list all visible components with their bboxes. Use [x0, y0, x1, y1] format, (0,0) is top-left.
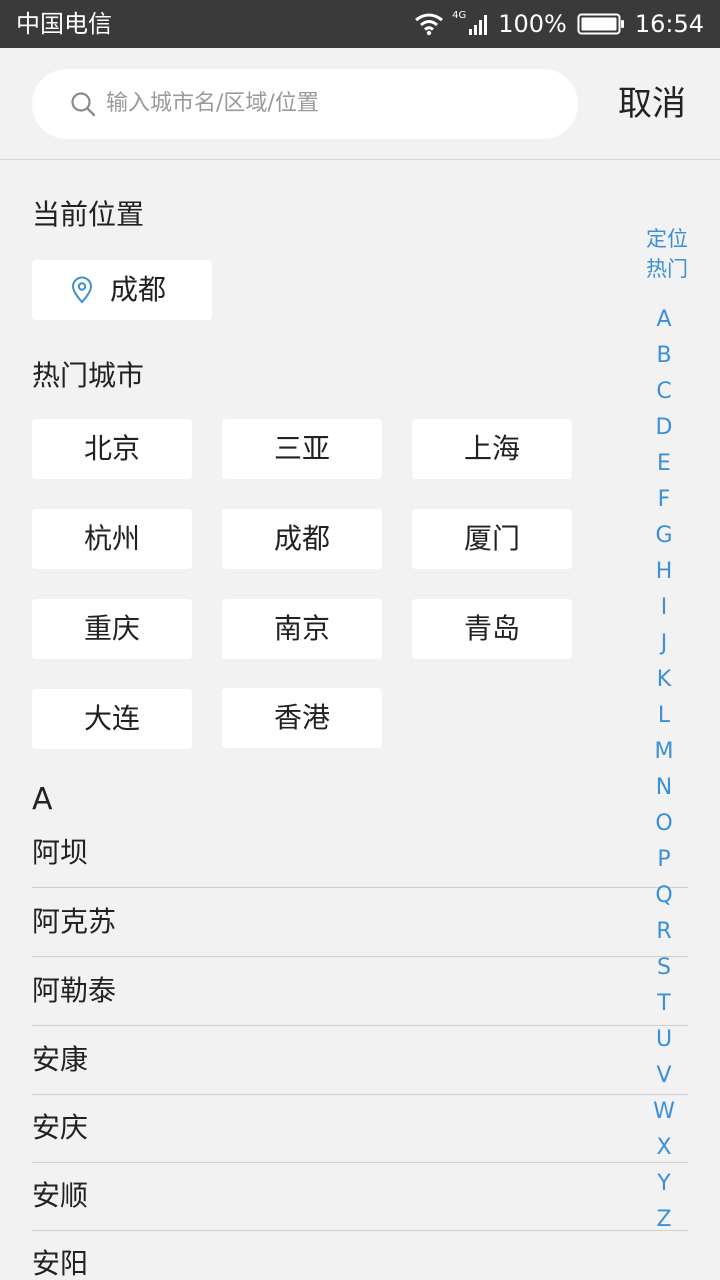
city-list-item[interactable]: 阿坝: [32, 820, 688, 888]
hot-city-chip[interactable]: 上海: [412, 419, 572, 479]
index-letter-a[interactable]: A: [636, 306, 692, 334]
search-icon: [71, 92, 96, 117]
index-letter-i[interactable]: I: [636, 594, 692, 622]
city-list-item[interactable]: 安庆: [32, 1095, 688, 1163]
signal-icon: [469, 15, 488, 35]
current-location-title: 当前位置: [32, 198, 145, 231]
index-letter-v[interactable]: V: [636, 1062, 692, 1090]
clock: 16:54: [634, 10, 704, 38]
hot-city-chip[interactable]: 杭州: [32, 509, 192, 569]
network-type-label: 4G: [452, 10, 467, 21]
hot-city-chip[interactable]: 青岛: [412, 599, 572, 659]
index-letter-o[interactable]: O: [636, 810, 692, 838]
index-letter-n[interactable]: N: [636, 774, 692, 802]
city-list-item[interactable]: 安顺: [32, 1163, 688, 1231]
city-list-item[interactable]: 安康: [32, 1027, 688, 1095]
current-city-label: 成都: [110, 273, 167, 306]
index-letter-k[interactable]: K: [636, 666, 692, 694]
index-letter-s[interactable]: S: [636, 954, 692, 982]
index-letters: ABCDEFGHIJKLMNOPQRSTUVWXYZ: [636, 306, 692, 1236]
hot-city-chip[interactable]: 香港: [222, 688, 382, 748]
city-name: 安顺: [32, 1179, 89, 1212]
index-letter-m[interactable]: M: [636, 738, 692, 766]
city-name: 阿坝: [32, 836, 89, 869]
city-list-item[interactable]: 阿克苏: [32, 889, 688, 957]
index-letter-p[interactable]: P: [636, 846, 692, 874]
index-letter-z[interactable]: Z: [636, 1206, 692, 1234]
index-letter-x[interactable]: X: [636, 1134, 692, 1162]
cancel-button[interactable]: 取消: [618, 82, 686, 126]
location-pin-icon: [71, 276, 93, 304]
search-placeholder: 输入城市名/区域/位置: [106, 91, 319, 116]
wifi-icon: [415, 13, 443, 36]
index-letter-d[interactable]: D: [636, 414, 692, 442]
city-group-letter: A: [32, 782, 53, 817]
index-letter-g[interactable]: G: [636, 522, 692, 550]
index-letter-t[interactable]: T: [636, 990, 692, 1018]
city-list-item[interactable]: 安阳: [32, 1231, 688, 1280]
index-letter-b[interactable]: B: [636, 342, 692, 370]
index-letter-f[interactable]: F: [636, 486, 692, 514]
city-list-item[interactable]: 阿勒泰: [32, 958, 688, 1026]
hot-city-chip[interactable]: 重庆: [32, 599, 192, 659]
city-name: 安庆: [32, 1111, 89, 1144]
index-letter-y[interactable]: Y: [636, 1170, 692, 1198]
status-bar: 中国电信 4G 100% 16:54: [0, 0, 720, 48]
index-letter-r[interactable]: R: [636, 918, 692, 946]
index-letter-e[interactable]: E: [636, 450, 692, 478]
index-letter-c[interactable]: C: [636, 378, 692, 406]
hot-city-chip[interactable]: 南京: [222, 599, 382, 659]
index-letter-j[interactable]: J: [636, 630, 692, 658]
search-header: 输入城市名/区域/位置 取消: [0, 48, 720, 160]
battery-icon: [577, 13, 624, 35]
index-letter-u[interactable]: U: [636, 1026, 692, 1054]
city-name: 安康: [32, 1043, 89, 1076]
index-letter-q[interactable]: Q: [636, 882, 692, 910]
alphabet-index: 定位 热门: [636, 224, 698, 284]
carrier-label: 中国电信: [16, 10, 112, 38]
hot-city-chip[interactable]: 大连: [32, 689, 192, 749]
index-letter-w[interactable]: W: [636, 1098, 692, 1126]
city-name: 阿勒泰: [32, 974, 117, 1007]
index-letter-l[interactable]: L: [636, 702, 692, 730]
search-input[interactable]: 输入城市名/区域/位置: [32, 69, 578, 139]
status-indicators: 4G 100% 16:54: [414, 9, 704, 39]
city-name: 阿克苏: [32, 905, 117, 938]
index-letter-h[interactable]: H: [636, 558, 692, 586]
city-name: 安阳: [32, 1247, 89, 1280]
index-locate[interactable]: 定位: [636, 224, 698, 254]
hot-city-chip[interactable]: 三亚: [222, 419, 382, 479]
battery-percent: 100%: [498, 10, 567, 38]
hot-city-chip[interactable]: 北京: [32, 419, 192, 479]
current-location-chip[interactable]: 成都: [32, 260, 212, 320]
hot-city-chip[interactable]: 成都: [222, 509, 382, 569]
hot-city-chip[interactable]: 厦门: [412, 509, 572, 569]
hot-cities-title: 热门城市: [32, 359, 145, 392]
index-hot[interactable]: 热门: [636, 254, 698, 284]
